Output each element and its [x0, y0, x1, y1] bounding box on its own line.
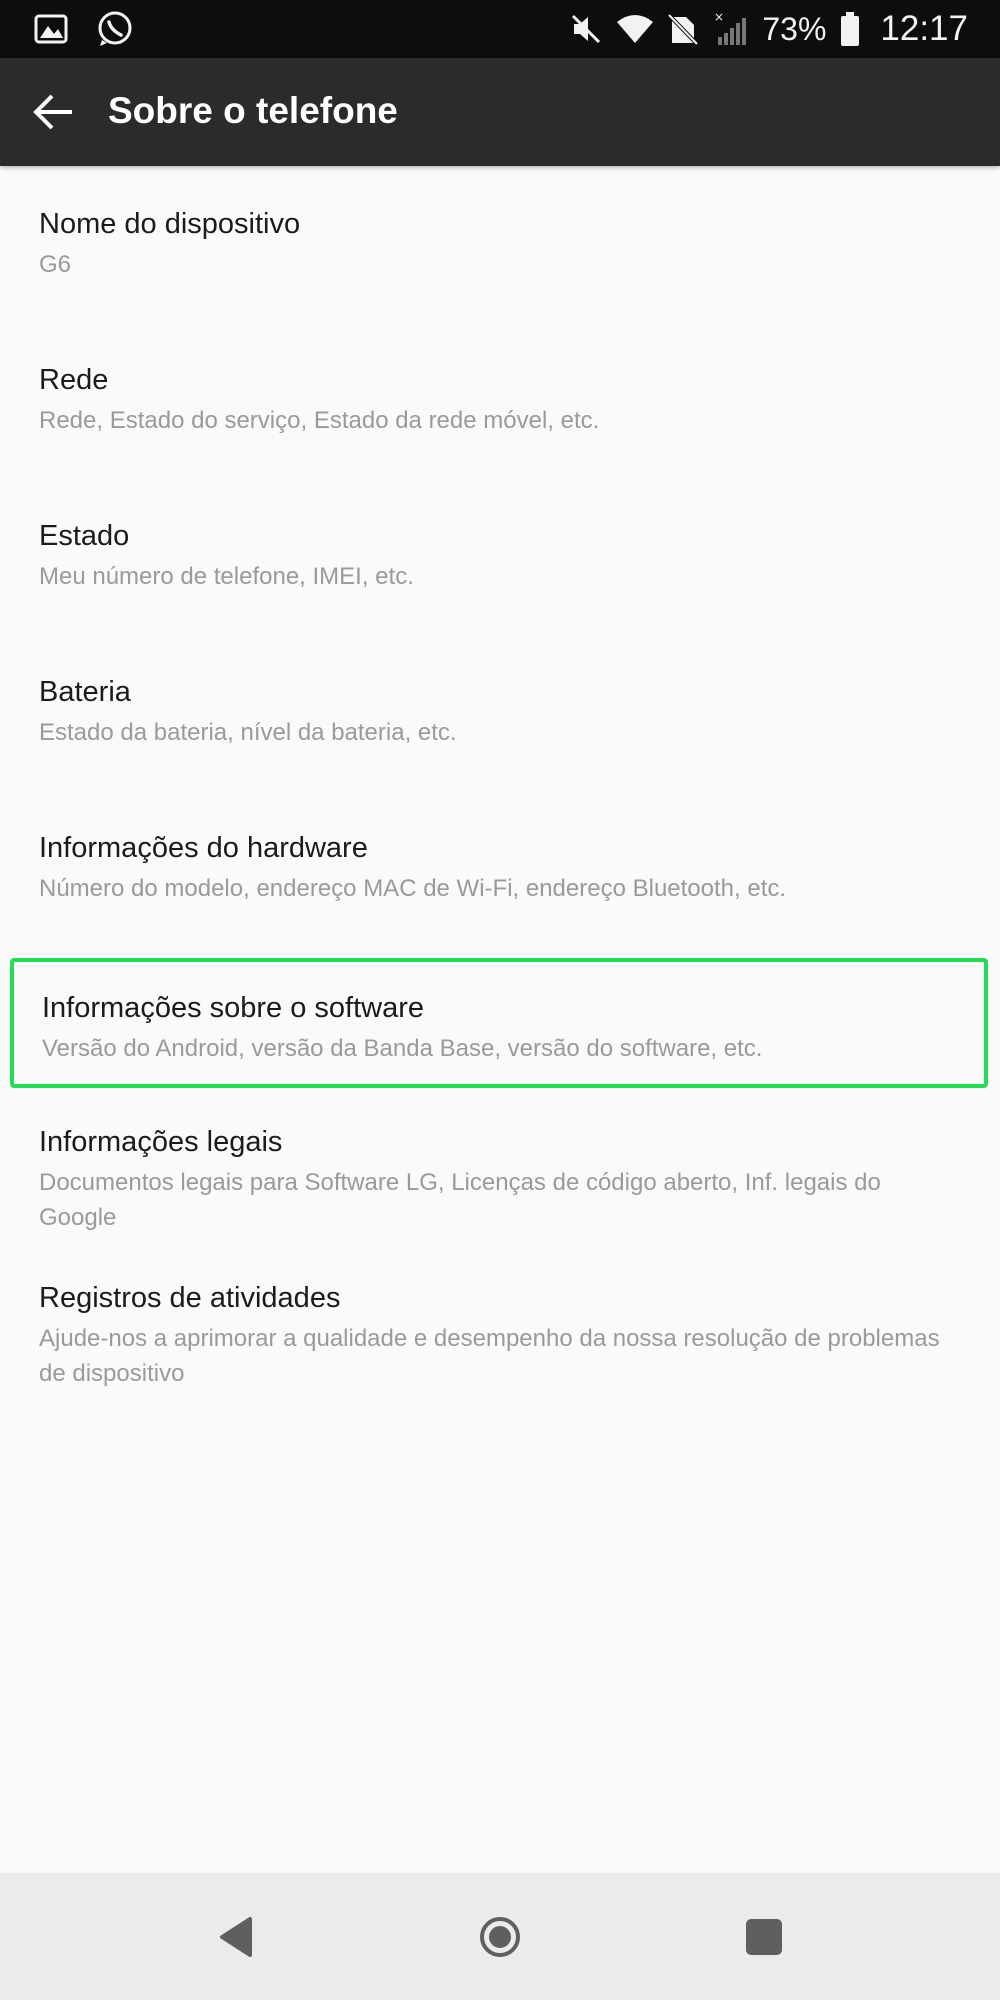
list-item-subtitle: G6 [39, 251, 72, 278]
list-item-software-info[interactable]: Informações sobre o software Versão do A… [10, 958, 988, 1088]
list-item-title: Registros de atividades [39, 1282, 341, 1314]
nav-recents-button[interactable] [738, 1911, 790, 1963]
whatsapp-icon [98, 11, 132, 46]
battery-percent: 73% [762, 10, 827, 47]
no-sim-icon [668, 13, 699, 45]
list-item-title: Informações sobre o software [42, 992, 425, 1024]
list-item-device-name[interactable]: Nome do dispositivo G6 [0, 206, 1000, 282]
list-item-subtitle: Ajude-nos a aprimorar a qualidade e dese… [39, 1325, 940, 1387]
list-item-title: Estado [39, 520, 130, 552]
list-item-battery[interactable]: Bateria Estado da bateria, nível da bate… [0, 674, 1000, 750]
home-icon [480, 1917, 520, 1957]
list-item-subtitle: Documentos legais para Software LG, Lice… [39, 1169, 881, 1231]
status-bar: × 73% 12:17 [0, 0, 1000, 58]
list-item-status[interactable]: Estado Meu número de telefone, IMEI, etc… [0, 518, 1000, 594]
list-item-subtitle: Número do modelo, endereço MAC de Wi-Fi,… [39, 875, 787, 902]
navigation-bar [0, 1873, 1000, 2000]
clock: 12:17 [880, 9, 968, 48]
wifi-icon [617, 15, 654, 43]
list-item-legal-info[interactable]: Informações legais Documentos legais par… [0, 1124, 1000, 1235]
mute-icon [572, 14, 601, 44]
list-item-title: Bateria [39, 676, 131, 708]
list-item-subtitle: Rede, Estado do serviço, Estado da rede … [39, 407, 600, 434]
recents-icon [746, 1919, 782, 1955]
list-item-subtitle: Versão do Android, versão da Banda Base,… [42, 1035, 763, 1062]
list-item-subtitle: Meu número de telefone, IMEI, etc. [39, 563, 414, 590]
svg-text:×: × [714, 11, 724, 24]
list-item-subtitle: Estado da bateria, nível da bateria, etc… [39, 719, 457, 746]
battery-icon [841, 12, 860, 46]
list-item-title: Informações legais [39, 1126, 283, 1158]
nav-home-button[interactable] [474, 1911, 526, 1963]
list-item-activity-logs[interactable]: Registros de atividades Ajude-nos a apri… [0, 1280, 1000, 1391]
gallery-icon [34, 14, 68, 44]
list-item-hardware-info[interactable]: Informações do hardware Número do modelo… [0, 830, 1000, 906]
page-title: Sobre o telefone [108, 90, 398, 131]
back-icon [220, 1917, 252, 1957]
app-bar: Sobre o telefone [0, 58, 1000, 166]
list-item-title: Rede [39, 364, 109, 396]
back-button[interactable] [30, 88, 78, 136]
list-item-network[interactable]: Rede Rede, Estado do serviço, Estado da … [0, 362, 1000, 438]
list-item-title: Informações do hardware [39, 832, 368, 864]
arrow-back-icon [33, 94, 72, 130]
signal-icon: × [714, 11, 747, 45]
nav-back-button[interactable] [212, 1911, 264, 1963]
list-item-title: Nome do dispositivo [39, 208, 301, 240]
